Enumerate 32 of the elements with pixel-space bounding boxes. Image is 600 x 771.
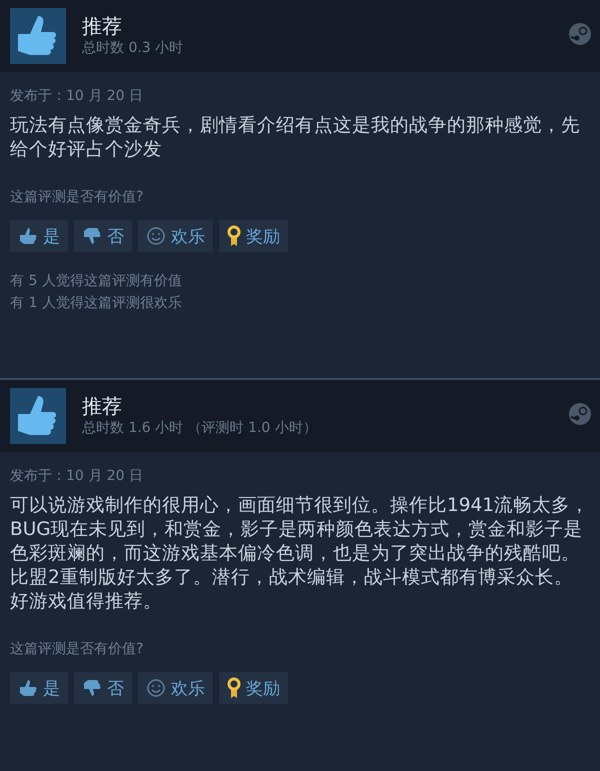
review-verdict: 推荐	[82, 14, 123, 38]
review-text: 玩法有点像赏金奇兵，剧情看介绍有点这是我的战争的那种感觉，先给个好评占个沙发	[10, 114, 581, 162]
post-date: 发布于：10 月 20 日	[10, 87, 144, 106]
review-text: 可以说游戏制作的很用心，画面细节很到位。操作比1941流畅太多，BUG现在未见到，和赏金，影子是两种颜色表达方式，赏金和影子是色彩斑斓的，而这游戏基本偏冷色调，也是为了突出战争的残酷吧。比盟2重制版好太多了。潜行，战术编辑，战斗模式都有博采众长。好游戏值得推荐。	[10, 494, 590, 614]
vote-button[interactable]: 奖励	[219, 220, 288, 252]
smiley-icon	[146, 678, 166, 698]
vote-count-text: 有 1 人觉得这篇评测很欢乐	[10, 294, 183, 313]
vote-button[interactable]: 奖励	[219, 672, 288, 704]
playtime-text: 总时数 0.3 小时	[82, 39, 184, 58]
helpful-question: 这篇评测是否有价值?	[10, 640, 144, 658]
vote-count-text: 有 5 人觉得这篇评测有价值	[10, 272, 183, 291]
vote-button[interactable]: 是	[10, 672, 68, 704]
vote-button[interactable]: 是	[10, 220, 68, 252]
thumbs-down-icon	[82, 227, 102, 245]
vote-button[interactable]: 欢乐	[138, 672, 213, 704]
review-verdict: 推荐	[82, 394, 123, 418]
playtime-text: 总时数 1.6 小时 （评测时 1.0 小时）	[82, 419, 317, 438]
thumbs-down-icon	[82, 679, 102, 697]
post-date: 发布于：10 月 20 日	[10, 467, 144, 486]
thumbs-up-icon	[18, 227, 38, 245]
vote-button[interactable]: 否	[74, 672, 132, 704]
award-ribbon-icon	[227, 225, 241, 247]
thumbs-up-icon	[10, 8, 66, 64]
award-ribbon-icon	[227, 677, 241, 699]
smiley-icon	[146, 226, 166, 246]
steam-logo-icon	[568, 402, 592, 426]
vote-button[interactable]: 欢乐	[138, 220, 213, 252]
steam-logo-icon	[568, 22, 592, 46]
helpful-question: 这篇评测是否有价值?	[10, 188, 144, 206]
thumbs-up-icon	[18, 679, 38, 697]
thumbs-up-icon	[10, 388, 66, 444]
vote-button[interactable]: 否	[74, 220, 132, 252]
